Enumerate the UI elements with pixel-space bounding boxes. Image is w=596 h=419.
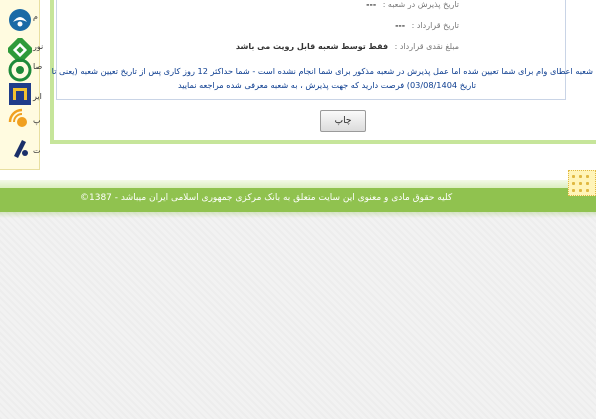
contract-amount-value: فقط توسط شعبه قابل رویت می باشد [235, 42, 389, 51]
acceptance-date-row: تاریخ پذیرش در شعبه : --- [366, 0, 459, 9]
contract-date-row: تاریخ قرارداد : --- [395, 21, 459, 30]
bank-label: صا [33, 62, 43, 71]
notice-line-2: تاریخ 03/08/1404) فرصت دارید که جهت پذیر… [177, 80, 477, 90]
footer-bar: کلیه حقوق مادی و معنوی این سایت متعلق به… [0, 188, 596, 212]
bank-label: نور [33, 42, 44, 51]
contract-date-value: --- [395, 21, 406, 30]
contract-amount-row: مبلغ نقدی قرارداد : فقط توسط شعبه قابل ر… [236, 42, 459, 51]
bank-label: م [33, 12, 38, 21]
corner-decoration-icon [568, 170, 596, 196]
acceptance-date-label: تاریخ پذیرش در شعبه : [382, 0, 459, 9]
bank-logo-4-icon[interactable] [8, 82, 32, 106]
footer-gradient [0, 180, 596, 188]
bank-logo-1-icon[interactable] [8, 8, 32, 32]
bank-label: ت [33, 146, 41, 155]
bank-logo-5-icon[interactable] [8, 108, 32, 132]
contract-date-label: تاریخ قرارداد : [411, 21, 459, 30]
bank-label: ایر [33, 92, 42, 101]
print-button[interactable]: چاپ [320, 110, 366, 132]
bank-logo-6-icon[interactable] [8, 136, 32, 160]
loan-info-box: تاریخ پذیرش در شعبه : --- تاریخ قرارداد … [52, 0, 593, 100]
notice-line-1: شعبه اعطای وام برای شما تعیین شده اما عم… [51, 66, 593, 76]
footer-shadow [0, 212, 596, 218]
banks-sidebar: م نور صا ایر پ ت [0, 0, 44, 170]
footer-copyright: کلیه حقوق مادی و معنوی این سایت متعلق به… [80, 193, 453, 203]
bank-logo-3-icon[interactable] [8, 58, 32, 82]
acceptance-date-value: --- [366, 0, 377, 9]
bank-label: پ [33, 116, 41, 125]
contract-amount-label: مبلغ نقدی قرارداد : [394, 42, 459, 51]
